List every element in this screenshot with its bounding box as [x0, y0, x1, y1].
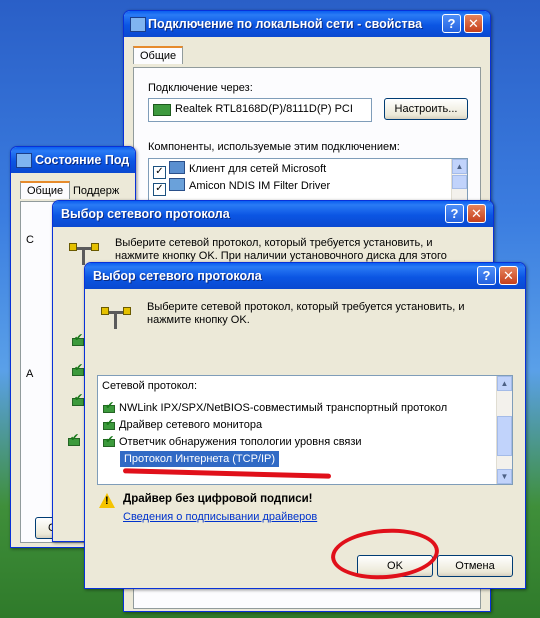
protocol-label: Драйвер сетевого монитора: [119, 419, 263, 431]
group-letter-c: С: [26, 234, 34, 246]
select-protocol-titlebar[interactable]: Выбор сетевого протокола ? ✕: [85, 263, 525, 289]
protocol-icon: [67, 431, 81, 447]
scroll-down-arrow[interactable]: ▼: [497, 469, 512, 484]
select-protocol-back-title: Выбор сетевого протокола: [61, 207, 230, 221]
protocol-icon: [71, 361, 85, 377]
list-item[interactable]: NWLink IPX/SPX/NetBIOS-совместимый транс…: [102, 398, 448, 416]
protocol-label: NWLink IPX/SPX/NetBIOS-совместимый транс…: [119, 402, 448, 414]
filter-driver-icon: [169, 178, 185, 191]
select-protocol-window: Выбор сетевого протокола ? ✕ Выберите се…: [84, 262, 526, 589]
checkbox-checked[interactable]: ✓: [153, 183, 166, 196]
protocol-icon: [102, 398, 116, 414]
close-button[interactable]: ✕: [467, 204, 486, 223]
lan-properties-title: Подключение по локальной сети - свойства: [148, 17, 423, 31]
select-protocol-title: Выбор сетевого протокола: [93, 269, 262, 283]
help-button[interactable]: ?: [445, 204, 464, 223]
select-protocol-back-titlebar[interactable]: Выбор сетевого протокола ? ✕: [53, 201, 493, 227]
status-title: Состояние Под: [35, 153, 130, 167]
component-label: Amicon NDIS IM Filter Driver: [189, 180, 331, 192]
help-button[interactable]: ?: [477, 266, 496, 285]
components-label: Компоненты, используемые этим подключени…: [148, 141, 400, 153]
tab-general[interactable]: Общие: [133, 46, 184, 64]
network-protocol-icon: [101, 305, 131, 335]
close-button[interactable]: ✕: [464, 14, 483, 33]
unsigned-driver-warning: Драйвер без цифровой подписи!: [123, 493, 313, 505]
select-protocol-back-instruction: Выберите сетевой протокол, который требу…: [115, 237, 447, 262]
adapter-name: Realtek RTL8168D(P)/8111D(P) PCI: [175, 103, 353, 115]
group-letter-a: А: [26, 368, 34, 380]
network-connection-icon: [130, 17, 146, 32]
status-tab-support[interactable]: Поддерж: [73, 185, 119, 197]
scroll-up-arrow[interactable]: ▲: [452, 159, 467, 174]
warning-icon: !: [99, 493, 115, 508]
components-list[interactable]: ✓ Клиент для сетей Microsoft ✓ Amicon NDIS…: [148, 158, 468, 204]
protocol-icon: [102, 432, 116, 448]
scroll-up-arrow[interactable]: ▲: [497, 376, 512, 391]
protocol-label: Ответчик обнаружения топологии уровня св…: [119, 436, 362, 448]
list-item[interactable]: Драйвер сетевого монитора: [102, 415, 263, 433]
close-button[interactable]: ✕: [499, 266, 518, 285]
connect-via-label: Подключение через:: [148, 82, 253, 94]
status-tab-general[interactable]: Общие: [20, 181, 71, 199]
protocol-icon: [102, 415, 116, 431]
client-icon: [169, 161, 185, 174]
protocol-list-header: Сетевой протокол:: [102, 380, 198, 392]
list-item[interactable]: Ответчик обнаружения топологии уровня св…: [102, 432, 362, 450]
scroll-thumb[interactable]: [452, 175, 467, 189]
components-scrollbar[interactable]: ▲: [451, 159, 467, 203]
adapter-field: Realtek RTL8168D(P)/8111D(P) PCI: [148, 98, 372, 122]
protocol-label: Протокол Интернета (TCP/IP): [124, 453, 276, 465]
list-item[interactable]: ✓ Клиент для сетей Microsoft: [153, 161, 327, 179]
configure-button[interactable]: Настроить...: [384, 98, 468, 120]
driver-signing-link[interactable]: Сведения о подписывании драйверов: [123, 511, 317, 523]
lan-properties-titlebar[interactable]: Подключение по локальной сети - свойства…: [124, 11, 490, 37]
network-adapter-icon: [153, 104, 171, 116]
list-item[interactable]: ✓ Amicon NDIS IM Filter Driver: [153, 178, 331, 196]
component-label: Клиент для сетей Microsoft: [189, 163, 327, 175]
help-button[interactable]: ?: [442, 14, 461, 33]
scroll-thumb[interactable]: [497, 416, 512, 456]
status-network-icon: [16, 153, 32, 168]
status-titlebar[interactable]: Состояние Под: [11, 147, 135, 173]
protocol-scrollbar[interactable]: ▲ ▼: [496, 376, 512, 484]
select-protocol-instruction: Выберите сетевой протокол, который требу…: [147, 301, 465, 326]
list-item-selected[interactable]: Протокол Интернета (TCP/IP): [120, 451, 280, 467]
protocol-icon: [71, 391, 85, 407]
protocol-icon: [71, 331, 85, 347]
cancel-button[interactable]: Отмена: [437, 555, 513, 577]
